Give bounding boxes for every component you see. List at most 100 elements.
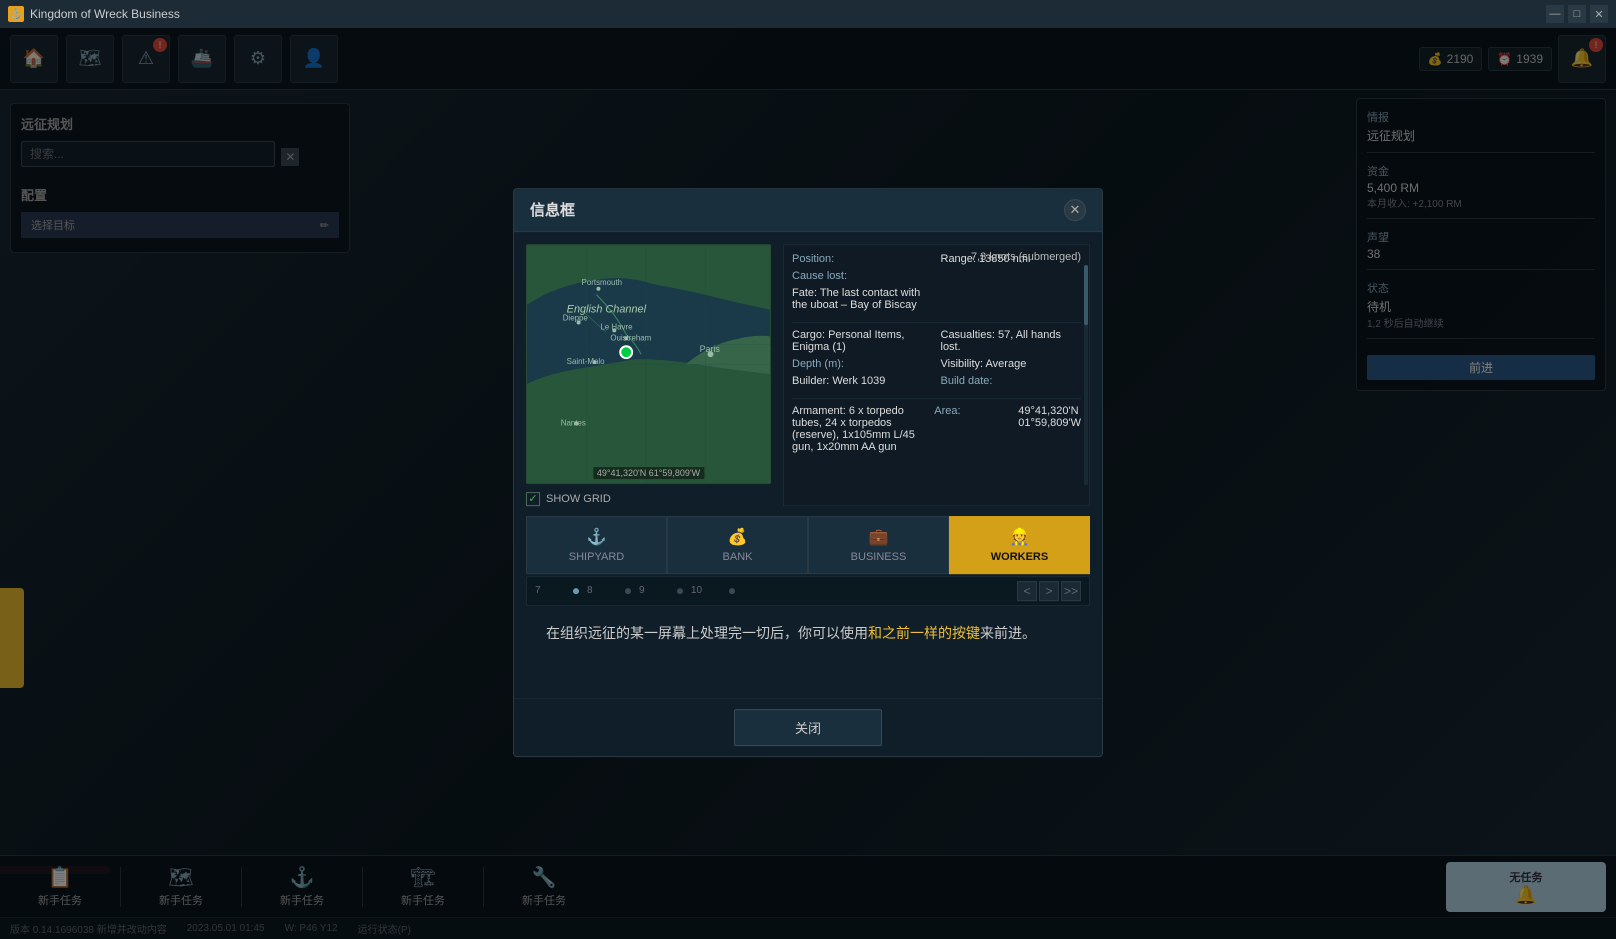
builddate-label: Build date: xyxy=(941,375,1021,387)
info-divider-1 xyxy=(792,322,1081,323)
bank-tab-icon: 💰 xyxy=(728,527,748,547)
info-cargo-cols: Cargo: Personal Items, Enigma (1) Casual… xyxy=(792,329,1081,358)
builddate-col: Build date: xyxy=(941,375,1082,392)
cause-label: Cause lost: xyxy=(792,270,872,282)
timeline-last-btn[interactable]: >> xyxy=(1061,581,1081,601)
svg-text:Portsmouth: Portsmouth xyxy=(582,277,623,286)
instruction-highlight: 和之前一样的按键 xyxy=(868,625,980,641)
close-window-button[interactable]: ✕ xyxy=(1590,5,1608,23)
fate-value: Fate: The last contact with the uboat – … xyxy=(792,287,933,311)
tab-business[interactable]: 💼 BUSINESS xyxy=(808,516,949,574)
title-bar: ⚓ Kingdom of Wreck Business — □ ✕ xyxy=(0,0,1616,28)
modal-footer: 关闭 xyxy=(514,698,1102,756)
info-armament: Armament: 6 x torpedo tubes, 24 x torped… xyxy=(792,405,926,453)
app-title: Kingdom of Wreck Business xyxy=(30,7,1546,21)
minimize-button[interactable]: — xyxy=(1546,5,1564,23)
app-icon: ⚓ xyxy=(8,6,24,22)
bank-tab-label: BANK xyxy=(723,551,753,563)
show-grid-row: ✓ SHOW GRID xyxy=(526,492,771,506)
info-armament-cols: Armament: 6 x torpedo tubes, 24 x torped… xyxy=(792,405,1081,458)
map-coords: 49°41,320'N 61°59,809'W xyxy=(593,467,704,479)
info-visibility: Visibility: Average xyxy=(941,358,1082,370)
casualties-value: Casualties: 57, All hands lost. xyxy=(941,329,1082,353)
info-col-left: Position: Cause lost: Fate: The last con… xyxy=(792,253,933,316)
instruction-text: 在组织远征的某一屏幕上处理完一切后，你可以使用 xyxy=(546,625,868,641)
info-casualties: Casualties: 57, All hands lost. xyxy=(941,329,1082,353)
info-position: Position: xyxy=(792,253,933,265)
map-container: Portsmouth Dieppe Le Havre Ouistreham Sa… xyxy=(526,244,771,484)
timeline-row: 7 8 9 10 < > >> xyxy=(526,576,1090,606)
info-scrollbar-thumb xyxy=(1084,265,1088,325)
business-tab-icon: 💼 xyxy=(869,527,889,547)
modal-close-button[interactable]: ✕ xyxy=(1064,199,1086,221)
workers-tab-label: WORKERS xyxy=(991,551,1048,563)
svg-text:Le Havre: Le Havre xyxy=(600,322,633,331)
info-builder: Builder: Werk 1039 xyxy=(792,375,933,387)
info-fate: Fate: The last contact with the uboat – … xyxy=(792,287,933,311)
svg-text:Nantes: Nantes xyxy=(561,418,586,427)
show-grid-checkbox[interactable]: ✓ xyxy=(526,492,540,506)
business-tab-label: BUSINESS xyxy=(851,551,907,563)
timeline-next-btn[interactable]: > xyxy=(1039,581,1059,601)
modal-title: 信息框 xyxy=(530,199,575,220)
timeline-prev-btn[interactable]: < xyxy=(1017,581,1037,601)
timeline-num-10: 10 xyxy=(691,585,721,596)
armament-col: Armament: 6 x torpedo tubes, 24 x torped… xyxy=(792,405,926,458)
depth-label: Depth (m): xyxy=(792,358,872,370)
shipyard-tab-icon: ⚓ xyxy=(587,527,607,547)
position-label: Position: xyxy=(792,253,872,265)
modal-body: Portsmouth Dieppe Le Havre Ouistreham Sa… xyxy=(514,232,1102,698)
info-speed: 7,3 knots (submerged) xyxy=(971,251,1081,263)
info-builder-cols: Builder: Werk 1039 Build date: xyxy=(792,375,1081,392)
map-svg: Portsmouth Dieppe Le Havre Ouistreham Sa… xyxy=(527,245,770,483)
tab-workers[interactable]: 👷 WORKERS xyxy=(949,516,1090,574)
area-col: Area: 49°41,320'N 01°59,809'W xyxy=(934,405,1081,458)
cargo-col: Cargo: Personal Items, Enigma (1) xyxy=(792,329,933,358)
info-builddate: Build date: xyxy=(941,375,1082,387)
area-label: Area: xyxy=(934,405,1014,429)
info-modal: 信息框 ✕ xyxy=(513,188,1103,757)
visibility-col: Visibility: Average xyxy=(941,358,1082,375)
svg-text:Saint-Malo: Saint-Malo xyxy=(567,357,605,366)
builder-col: Builder: Werk 1039 xyxy=(792,375,933,392)
cargo-value: Cargo: Personal Items, Enigma (1) xyxy=(792,329,933,353)
timeline-num-8: 8 xyxy=(587,585,617,596)
timeline-nav: < > >> xyxy=(1017,581,1081,601)
timeline-dot-4 xyxy=(729,588,735,594)
info-panel: 7,3 knots (submerged) Position: Cause lo… xyxy=(783,244,1090,506)
workers-tab-icon: 👷 xyxy=(1010,527,1030,547)
window-controls: — □ ✕ xyxy=(1546,5,1608,23)
game-background: 🏠 🗺 ⚠ ! 🚢 ⚙ 👤 💰 2190 ⏰ 1939 🔔 ! 远征规划 xyxy=(0,28,1616,939)
casualties-col: Casualties: 57, All hands lost. xyxy=(941,329,1082,358)
timeline-num-9: 9 xyxy=(639,585,669,596)
info-depth: Depth (m): xyxy=(792,358,933,370)
armament-value: Armament: 6 x torpedo tubes, 24 x torped… xyxy=(792,405,926,453)
show-grid-label: SHOW GRID xyxy=(546,493,611,505)
tab-shipyard[interactable]: ⚓ SHIPYARD xyxy=(526,516,667,574)
map-section: Portsmouth Dieppe Le Havre Ouistreham Sa… xyxy=(526,244,771,506)
modal-close-footer-button[interactable]: 关闭 xyxy=(734,709,882,746)
area-value: 49°41,320'N 01°59,809'W xyxy=(1018,405,1081,429)
svg-text:Ouistreham: Ouistreham xyxy=(610,333,651,342)
modal-top-row: Portsmouth Dieppe Le Havre Ouistreham Sa… xyxy=(526,244,1090,506)
instruction-area: 在组织远征的某一屏幕上处理完一切后，你可以使用和之前一样的按键来前进。 xyxy=(526,606,1090,686)
svg-text:Paris: Paris xyxy=(700,344,721,354)
info-area-label: Area: 49°41,320'N 01°59,809'W xyxy=(934,405,1081,429)
instruction-suffix: 来前进。 xyxy=(980,625,1036,641)
shipyard-tab-label: SHIPYARD xyxy=(569,551,624,563)
depth-col: Depth (m): xyxy=(792,358,933,375)
info-depth-cols: Depth (m): Visibility: Average xyxy=(792,358,1081,375)
info-cause: Cause lost: xyxy=(792,270,933,282)
timeline-dot-1 xyxy=(573,588,579,594)
info-divider-2 xyxy=(792,398,1081,399)
timeline-dot-3 xyxy=(677,588,683,594)
svg-text:English Channel: English Channel xyxy=(567,303,647,315)
timeline-num-7: 7 xyxy=(535,585,565,596)
maximize-button[interactable]: □ xyxy=(1568,5,1586,23)
visibility-value: Visibility: Average xyxy=(941,358,1082,370)
modal-tabs: ⚓ SHIPYARD 💰 BANK 💼 BUSINESS 👷 WORKERS xyxy=(526,516,1090,574)
tab-bank[interactable]: 💰 BANK xyxy=(667,516,808,574)
info-scrollbar[interactable] xyxy=(1084,265,1088,485)
timeline-dot-2 xyxy=(625,588,631,594)
info-cargo: Cargo: Personal Items, Enigma (1) xyxy=(792,329,933,353)
